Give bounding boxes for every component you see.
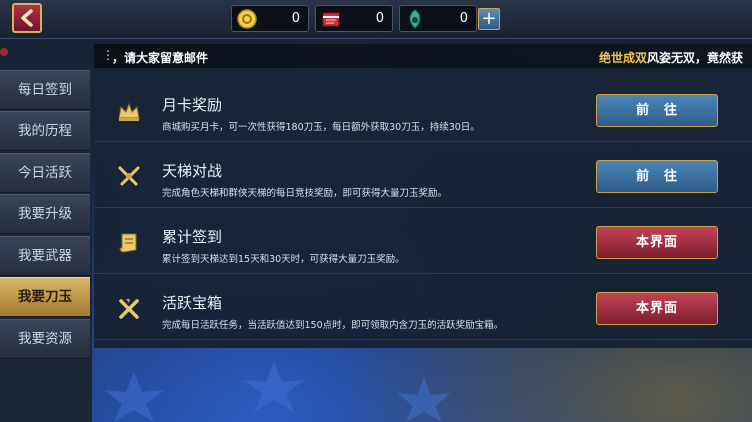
task-row: 天梯对战 完成角色天梯和群侠天梯的每日竞技奖励，即可获得大量刀玉奖励。 前 往: [94, 142, 752, 208]
sidebar-item-resources[interactable]: 我要资源: [0, 319, 90, 359]
jade-icon: [409, 9, 421, 29]
sidebar-item-blade-jade[interactable]: 我要刀玉: [0, 277, 90, 317]
sidebar-item-daily-checkin[interactable]: 每日签到: [0, 70, 90, 110]
this-page-button[interactable]: 本界面: [596, 226, 718, 259]
this-page-button[interactable]: 本界面: [596, 292, 718, 325]
task-description: 累计签到天梯达到15天和30天时，可获得大量刀玉奖励。: [162, 254, 405, 265]
task-row: 累计签到 累计签到天梯达到15天和30天时，可获得大量刀玉奖励。 本界面: [94, 208, 752, 274]
crossed-swords-icon: [118, 166, 140, 186]
crown-icon: [118, 102, 140, 121]
marquee-highlight: 绝世成双: [599, 51, 648, 65]
jade-count: 0: [459, 11, 468, 26]
resource-box: 0: [315, 5, 393, 32]
marquee-text-right: 绝世成双风姿无双，竟然获: [599, 49, 743, 66]
go-button[interactable]: 前 往: [596, 94, 718, 127]
chevron-left-icon: [21, 9, 33, 27]
gold-count: 0: [291, 11, 300, 26]
sidebar-item-my-history[interactable]: 我的历程: [0, 111, 90, 151]
sidebar: 每日签到 我的历程 今日活跃 我要升级 我要武器 我要刀玉 我要资源: [0, 68, 92, 422]
sidebar-item-weapons[interactable]: 我要武器: [0, 236, 90, 276]
resource-gold: 0: [231, 5, 309, 32]
task-title: 累计签到: [162, 228, 223, 246]
box-count: 0: [375, 11, 384, 26]
task-title: 天梯对战: [162, 162, 223, 180]
top-bar: 0 0 0 +: [0, 0, 752, 39]
task-row: 活跃宝箱 完成每日活跃任务，当活跃值达到150点时，即可领取内含刀玉的活跃奖励宝…: [94, 274, 752, 340]
marquee-rest: 风姿无双，竟然获: [647, 51, 744, 65]
resource-jade: 0: [399, 5, 477, 32]
task-description: 完成每日活跃任务，当活跃值达到150点时，即可领取内含刀玉的活跃奖励宝箱。: [162, 320, 504, 331]
announcement-marquee: ⋮ ，请大家留意邮件 绝世成双风姿无双，竟然获: [94, 44, 752, 68]
crossed-blades-icon: [119, 299, 139, 319]
go-button[interactable]: 前 往: [596, 160, 718, 193]
marquee-text-left: ，请大家留意邮件: [112, 51, 209, 65]
task-title: 月卡奖励: [162, 96, 223, 114]
back-button[interactable]: [12, 3, 42, 33]
maple-leaves-decoration-icon: [104, 362, 451, 422]
scroll-icon: [119, 233, 137, 253]
decorative-ornament-icon: [0, 48, 8, 56]
red-box-icon: [322, 12, 340, 27]
task-description: 完成角色天梯和群侠天梯的每日竞技奖励，即可获得大量刀玉奖励。: [162, 188, 448, 199]
gold-coin-icon: [237, 9, 257, 29]
add-currency-button[interactable]: +: [478, 8, 500, 30]
task-description: 商城购买月卡，可一次性获得180刀玉，每日额外获取30刀玉，持续30日。: [162, 122, 480, 133]
sidebar-item-daily-active[interactable]: 今日活跃: [0, 153, 90, 193]
task-title: 活跃宝箱: [162, 294, 223, 312]
sidebar-item-level-up[interactable]: 我要升级: [0, 194, 90, 234]
task-row: 月卡奖励 商城购买月卡，可一次性获得180刀玉，每日额外获取30刀玉，持续30日…: [94, 76, 752, 142]
